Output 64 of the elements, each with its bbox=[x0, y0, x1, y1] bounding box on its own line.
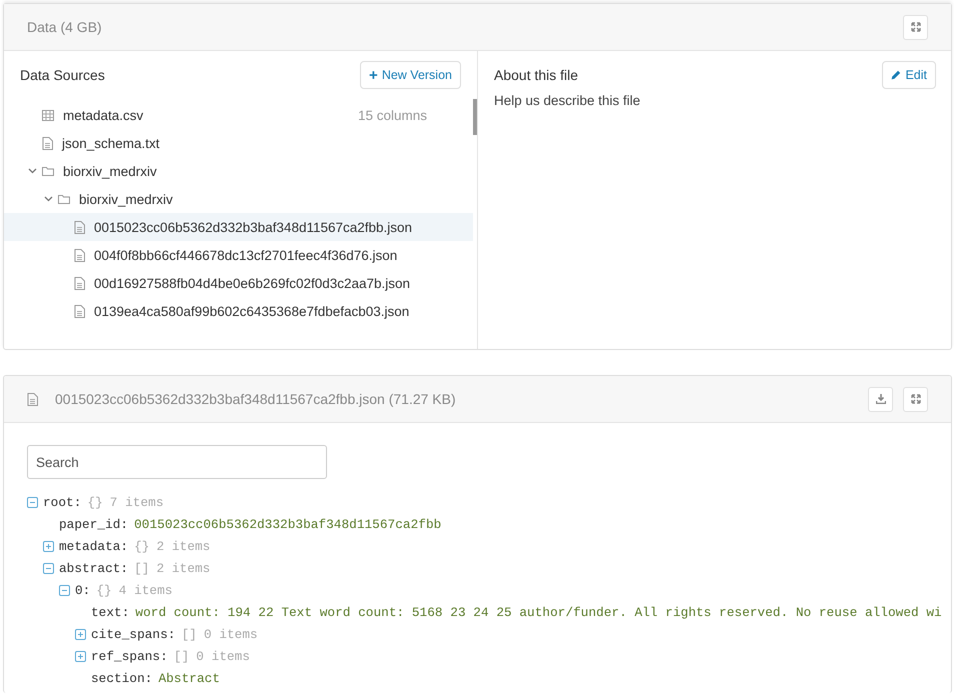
bracket-label: {} bbox=[96, 582, 112, 598]
json-value: Abstract bbox=[158, 670, 220, 686]
download-button[interactable] bbox=[868, 386, 893, 412]
section-title: About this file bbox=[494, 67, 578, 83]
scrollbar[interactable] bbox=[473, 99, 477, 135]
expand-icon bbox=[910, 394, 920, 404]
json-key: paper_id: bbox=[59, 516, 128, 532]
folder-icon bbox=[58, 194, 70, 204]
collapse-icon bbox=[43, 562, 54, 574]
tree-item[interactable]: biorxiv_medrxiv bbox=[4, 185, 477, 213]
json-key: metadata: bbox=[59, 538, 128, 554]
folder-icon bbox=[42, 166, 54, 176]
item-count: 7 items bbox=[110, 494, 164, 510]
tree-item[interactable]: json_schema.txt bbox=[4, 129, 477, 157]
expand-icon bbox=[75, 628, 86, 640]
tree-item[interactable]: biorxiv_medrxiv bbox=[4, 157, 477, 185]
document-icon bbox=[42, 136, 53, 150]
document-icon bbox=[74, 304, 85, 318]
collapse-icon bbox=[27, 496, 38, 508]
expand-icon bbox=[75, 650, 86, 662]
section-title: Data Sources bbox=[20, 67, 105, 83]
item-count: 0 items bbox=[196, 648, 250, 664]
json-key: ref_spans: bbox=[91, 648, 168, 664]
download-icon bbox=[876, 394, 886, 404]
document-icon bbox=[74, 248, 85, 262]
search-field[interactable]: Search bbox=[27, 445, 327, 479]
bracket-label: {} bbox=[87, 494, 103, 510]
json-key: root: bbox=[43, 494, 82, 510]
document-icon bbox=[74, 276, 85, 290]
edit-button[interactable]: Edit bbox=[882, 61, 936, 89]
pencil-icon bbox=[891, 70, 902, 80]
bracket-label: {} bbox=[134, 538, 150, 554]
json-key: section: bbox=[91, 670, 152, 686]
bracket-label: [] bbox=[134, 560, 150, 576]
expand-button[interactable] bbox=[903, 386, 928, 412]
collapse-icon bbox=[59, 584, 70, 596]
panel-title: 0015023cc06b5362d332b3baf348d11567ca2fbb.json (71.27 KB) bbox=[55, 391, 457, 407]
tree-item[interactable]: 004f0f8bb66cf446678dc13cf2701feec4f36d76.json bbox=[4, 241, 477, 269]
new-version-button[interactable]: + New Version bbox=[360, 61, 461, 89]
bracket-label: [] bbox=[174, 648, 190, 664]
item-count: 4 items bbox=[118, 582, 172, 598]
tree-item[interactable]: 0015023cc06b5362d332b3baf348d11567ca2fbb.json bbox=[4, 213, 473, 241]
document-icon bbox=[74, 220, 85, 234]
expand-button[interactable] bbox=[903, 14, 928, 40]
json-key: cite_spans: bbox=[91, 626, 176, 642]
expand-icon bbox=[43, 540, 54, 552]
column-count: 15 columns bbox=[358, 108, 427, 122]
item-count: 2 items bbox=[156, 538, 210, 554]
json-value: word count: 194 22 Text word count: 5168 23 24 25 author/funder. All rights reserved. No reuse allowed wi bbox=[135, 604, 942, 620]
json-key: 0: bbox=[75, 582, 90, 598]
json-key: text: bbox=[91, 604, 130, 620]
document-icon bbox=[27, 392, 38, 406]
tree-item[interactable]: 0139ea4ca580af99b602c6435368e7fdbefacb03.json bbox=[4, 297, 477, 325]
tree-item[interactable]: 00d16927588fb04d4be0e6b269fc02f0d3c2aa7b.json bbox=[4, 269, 477, 297]
json-key: abstract: bbox=[59, 560, 128, 576]
panel-title: Data (4 GB) bbox=[27, 19, 103, 35]
table-icon bbox=[42, 110, 54, 120]
expand-icon bbox=[910, 22, 920, 32]
item-count: 2 items bbox=[156, 560, 210, 576]
description-text: Help us describe this file bbox=[494, 93, 642, 108]
tree-item[interactable]: metadata.csv 15 columns bbox=[4, 101, 477, 129]
item-count: 0 items bbox=[204, 626, 258, 642]
json-value: 0015023cc06b5362d332b3baf348d11567ca2fbb bbox=[134, 516, 442, 532]
bracket-label: [] bbox=[181, 626, 197, 642]
